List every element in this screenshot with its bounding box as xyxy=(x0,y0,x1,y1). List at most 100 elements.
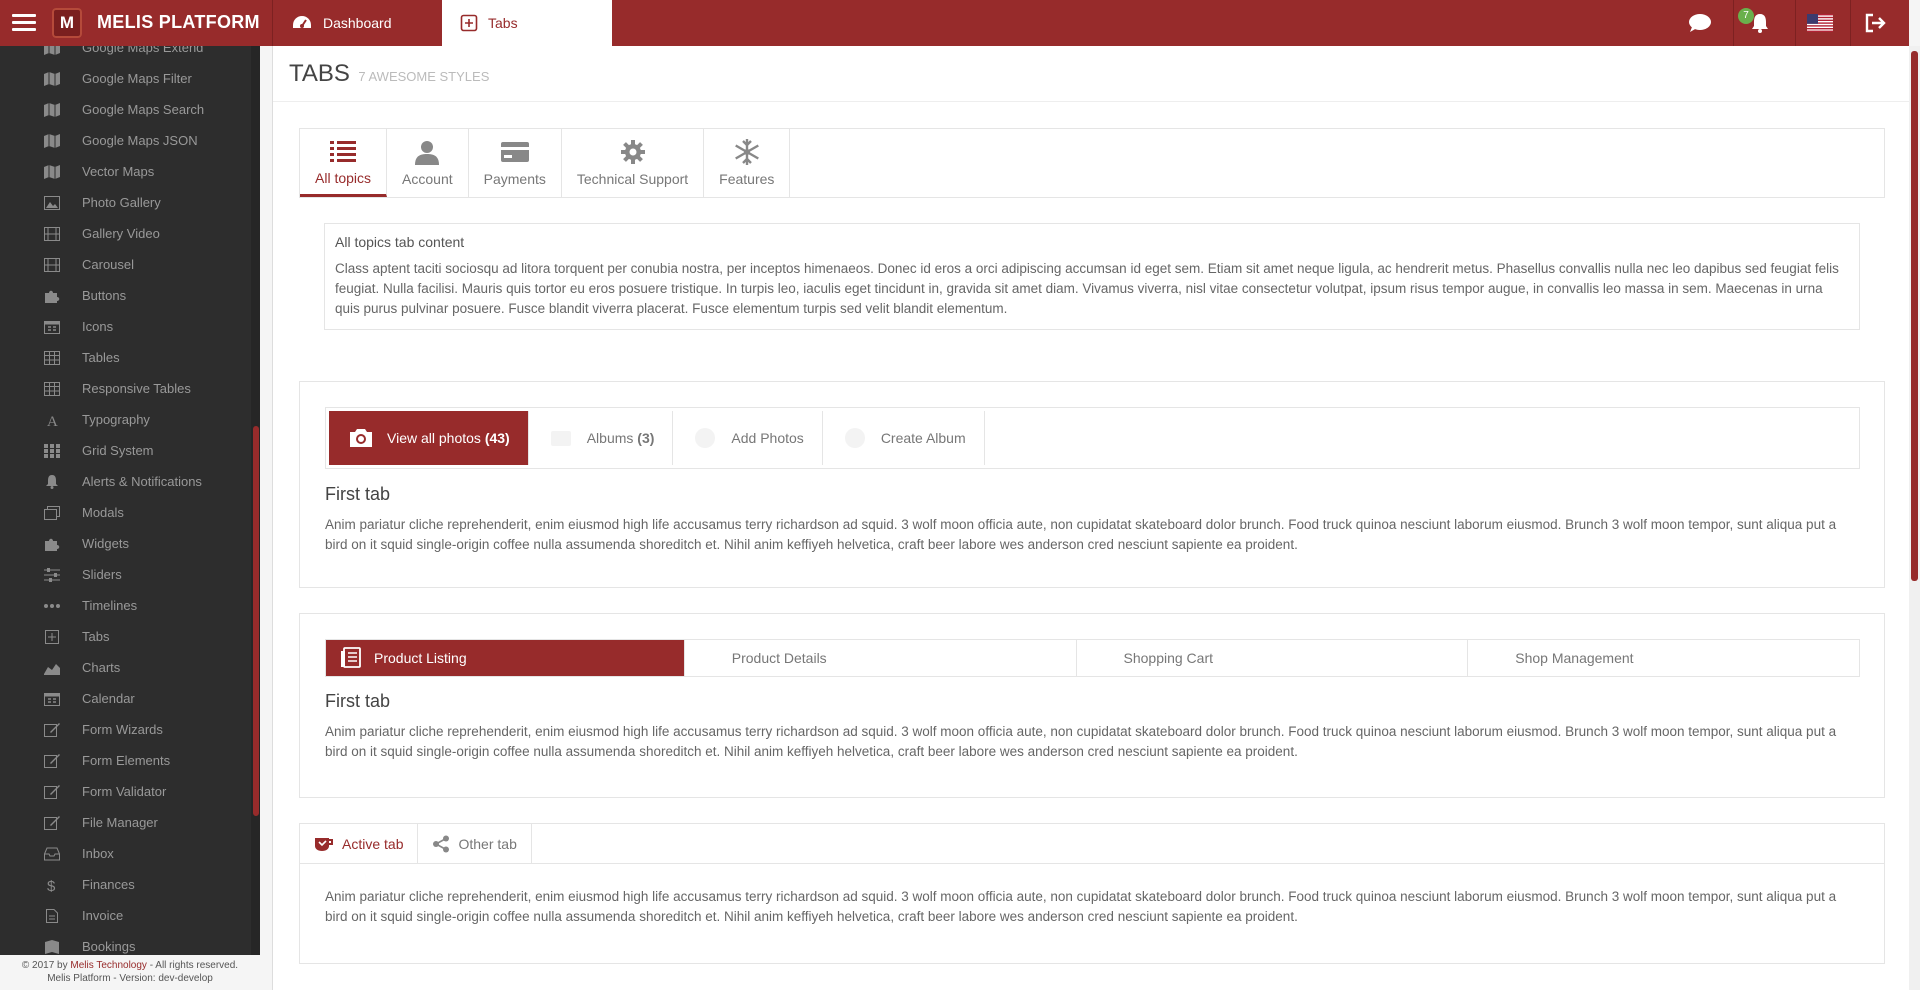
sidebar-item-google-maps-extend[interactable]: Google Maps Extend xyxy=(0,46,260,63)
tab-product-listing[interactable]: Product Listing xyxy=(326,640,685,676)
file-icon xyxy=(44,908,60,923)
tab-content-panel: First tab Anim pariatur cliche reprehend… xyxy=(325,691,1860,762)
notification-badge: 7 xyxy=(1738,8,1754,24)
chat-icon[interactable] xyxy=(1680,0,1720,46)
sidebar-item-google-maps-search[interactable]: Google Maps Search xyxy=(0,94,260,125)
book-icon xyxy=(44,939,60,954)
photo-tab-bar: View all photos (43) Albums (3) Add Phot… xyxy=(325,407,1860,469)
icon-tab-bar: All topics Account Payments Technical Su… xyxy=(299,128,1885,198)
sidebar-item-label: Tabs xyxy=(82,629,110,644)
sidebar-item-label: Timelines xyxy=(82,598,138,613)
logout-icon[interactable] xyxy=(1855,0,1895,46)
sidebar-item-gallery-video[interactable]: Gallery Video xyxy=(0,218,260,249)
logo: M xyxy=(52,8,82,38)
sidebar-item-label: Tables xyxy=(82,350,120,365)
sidebar-item-typography[interactable]: A Typography xyxy=(0,404,260,435)
sidebar-item-buttons[interactable]: Buttons xyxy=(0,280,260,311)
tab-product-details[interactable]: Product Details xyxy=(685,640,1077,676)
tab-view-all-photos[interactable]: View all photos (43) xyxy=(329,411,529,465)
sidebar-item-alerts-notifications[interactable]: Alerts & Notifications xyxy=(0,466,260,497)
tab-other[interactable]: Other tab xyxy=(418,824,532,863)
hamburger-menu-icon[interactable] xyxy=(10,10,38,36)
picture-icon xyxy=(44,195,60,210)
sidebar-item-form-validator[interactable]: Form Validator xyxy=(0,776,260,807)
sidebar-item-grid-system[interactable]: Grid System xyxy=(0,435,260,466)
sidebar-item-google-maps-json[interactable]: Google Maps JSON xyxy=(0,125,260,156)
tab-albums[interactable]: Albums (3) xyxy=(529,411,674,465)
sidebar-item-finances[interactable]: $ Finances xyxy=(0,869,260,900)
sidebar-item-charts[interactable]: Charts xyxy=(0,652,260,683)
sidebar-item-tables[interactable]: Tables xyxy=(0,342,260,373)
tab-content-body: Anim pariatur cliche reprehenderit, enim… xyxy=(325,889,1837,924)
sidebar-item-label: Bookings xyxy=(82,939,136,954)
window-icon xyxy=(44,505,60,520)
sidebar-item-file-manager[interactable]: File Manager xyxy=(0,807,260,838)
sidebar-item-label: Vector Maps xyxy=(82,164,155,179)
dashboard-icon xyxy=(293,16,311,28)
main-scrollbar-thumb[interactable] xyxy=(1911,51,1918,581)
sidebar-item-photo-gallery[interactable]: Photo Gallery xyxy=(0,187,260,218)
tab-active[interactable]: Active tab xyxy=(300,824,419,863)
tab-label: Features xyxy=(719,171,775,187)
tab-label: Product Listing xyxy=(374,650,467,666)
tab-shopping-cart[interactable]: Shopping Cart xyxy=(1077,640,1469,676)
tab-label: Shopping Cart xyxy=(1123,650,1214,666)
page-title: TABS xyxy=(289,60,350,87)
sidebar-item-label: Inbox xyxy=(82,846,114,861)
table-icon xyxy=(44,350,60,365)
sidebar-item-timelines[interactable]: Timelines xyxy=(0,590,260,621)
sidebar-item-label: File Manager xyxy=(82,815,158,830)
tab-label: View all photos xyxy=(387,430,481,446)
sidebar-scrollbar[interactable] xyxy=(251,46,260,990)
tab-account[interactable]: Account xyxy=(387,129,469,197)
company-link[interactable]: Melis Technology xyxy=(70,960,147,971)
sidebar-item-calendar[interactable]: Calendar xyxy=(0,683,260,714)
tab-payments[interactable]: Payments xyxy=(469,129,562,197)
tab-create-album[interactable]: Create Album xyxy=(823,411,985,465)
sidebar-scrollbar-thumb[interactable] xyxy=(253,426,259,816)
tab-label: Product Details xyxy=(731,650,827,666)
sidebar-item-modals[interactable]: Modals xyxy=(0,497,260,528)
tab-label: Other tab xyxy=(458,835,517,852)
sidebar-item-tabs[interactable]: Tabs xyxy=(0,621,260,652)
film-icon xyxy=(44,226,60,241)
credit-card-icon xyxy=(500,139,529,165)
inbox-icon xyxy=(44,847,60,861)
sidebar-item-carousel[interactable]: Carousel xyxy=(0,249,260,280)
sidebar-item-label: Icons xyxy=(82,319,114,334)
tab-technical-support[interactable]: Technical Support xyxy=(562,129,705,197)
tab-tabs[interactable]: Tabs xyxy=(442,0,612,46)
tab-all-topics[interactable]: All topics xyxy=(300,129,388,197)
page-header: TABS 7 AWESOME STYLES xyxy=(273,46,1909,102)
sidebar-item-vector-maps[interactable]: Vector Maps xyxy=(0,156,260,187)
divider xyxy=(1850,0,1851,46)
sidebar-item-sliders[interactable]: Sliders xyxy=(0,559,260,590)
us-flag-icon[interactable] xyxy=(1800,0,1840,46)
sidebar-item-label: Finances xyxy=(82,877,135,892)
sidebar-item-inbox[interactable]: Inbox xyxy=(0,838,260,869)
sidebar-item-google-maps-filter[interactable]: Google Maps Filter xyxy=(0,63,260,94)
sidebar-item-label: Invoice xyxy=(82,908,124,923)
ellipsis-icon xyxy=(44,599,60,613)
sidebar-item-icons[interactable]: Icons xyxy=(0,311,260,342)
sidebar-item-invoice[interactable]: Invoice xyxy=(0,900,260,931)
sidebar-item-responsive-tables[interactable]: Responsive Tables xyxy=(0,373,260,404)
album-icon xyxy=(547,428,575,448)
tab-add-photos[interactable]: Add Photos xyxy=(673,411,823,465)
list-icon xyxy=(330,138,357,164)
tab-features[interactable]: Features xyxy=(704,129,791,197)
dollar-icon: $ xyxy=(44,878,60,892)
svg-text:A: A xyxy=(47,414,58,427)
sidebar-item-widgets[interactable]: Widgets xyxy=(0,528,260,559)
tab-shop-management[interactable]: Shop Management xyxy=(1468,640,1859,676)
tab-label: Add Photos xyxy=(731,430,804,446)
sidebar-item-form-elements[interactable]: Form Elements xyxy=(0,745,260,776)
sidebar-item-label: Form Wizards xyxy=(82,722,163,737)
main-scrollbar[interactable] xyxy=(1909,46,1920,990)
tab-dashboard[interactable]: Dashboard xyxy=(272,0,442,46)
tab-content-heading: All topics tab content xyxy=(335,234,465,250)
sidebar-item-form-wizards[interactable]: Form Wizards xyxy=(0,714,260,745)
add-photo-icon xyxy=(691,426,719,450)
tab-content-panel: Anim pariatur cliche reprehenderit, enim… xyxy=(325,887,1860,927)
tab-label: Active tab xyxy=(342,835,404,852)
